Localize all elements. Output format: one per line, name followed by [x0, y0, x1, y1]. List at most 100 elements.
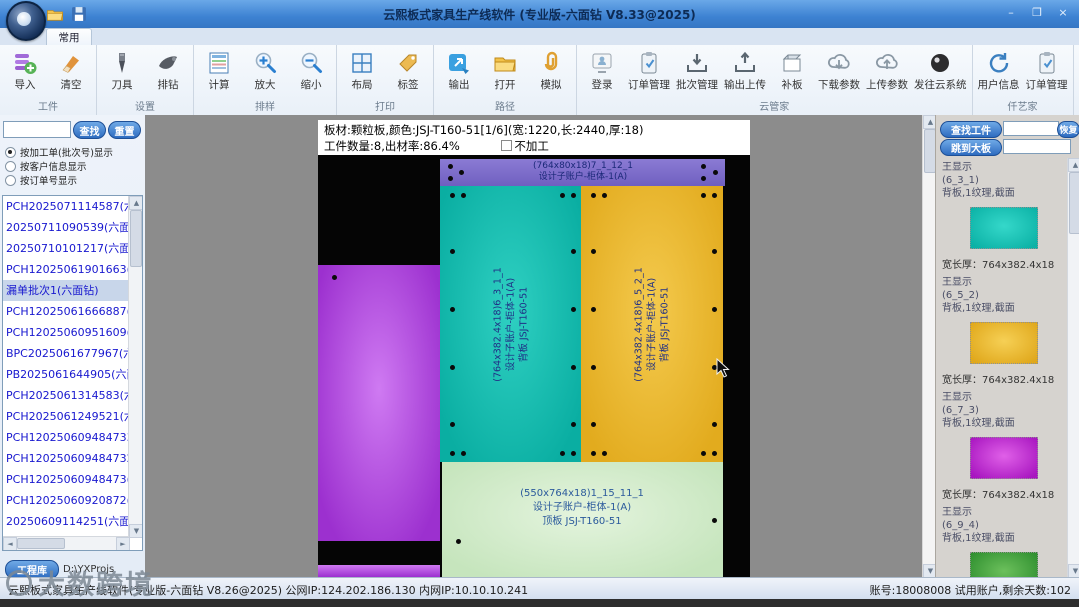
- ribbon-item-dark-circle[interactable]: 发往云系统: [911, 48, 970, 94]
- drill-hole: [450, 451, 455, 456]
- find-part-input[interactable]: [1003, 121, 1059, 136]
- part-entry[interactable]: 王显示 (6_7_3) 背板,1纹理,截面 宽长厚：764x382.4x18: [936, 388, 1066, 503]
- ribbon-item-refresh[interactable]: 用户信息: [975, 48, 1023, 94]
- ribbon-item-label: 补板: [781, 79, 803, 91]
- drill-hole: [450, 365, 455, 370]
- job-list: PCH2025071114587(六面钻)20250711090539(六面钻)…: [2, 195, 143, 551]
- find-part-button[interactable]: 查找工件: [940, 121, 1002, 138]
- ribbon-group-label: 云管家: [759, 102, 790, 113]
- app-logo-icon[interactable]: [6, 1, 46, 41]
- tab-common[interactable]: 常用: [46, 28, 92, 46]
- part-thumbnail[interactable]: [970, 552, 1038, 577]
- app-window: { "window": { "title": "云熙板式家具生产线软件 (专业版…: [0, 0, 1079, 607]
- ribbon-item-clipboard[interactable]: 订单管理: [625, 48, 673, 94]
- part-entry[interactable]: 王显示 (6_3_1) 背板,1纹理,截面 宽长厚：764x382.4x18: [936, 158, 1066, 273]
- ribbon-item-cutter[interactable]: 刀具: [99, 48, 145, 94]
- panel-magenta[interactable]: [318, 265, 440, 541]
- radio-icon[interactable]: [5, 174, 16, 186]
- part-entry[interactable]: 王显示 (6_5_2) 背板,1纹理,截面 宽长厚：764x382.4x18: [936, 273, 1066, 388]
- find-button[interactable]: 查找: [73, 121, 106, 139]
- ribbon-tab-row: 常用: [0, 28, 1079, 46]
- ribbon-item-zoom-in[interactable]: 放大: [242, 48, 288, 94]
- job-list-hscrollbar[interactable]: ◄ ►: [3, 536, 130, 550]
- panel-magenta-partial[interactable]: [318, 565, 440, 577]
- jump-to-board-button[interactable]: 跳到大板: [940, 139, 1002, 156]
- close-button[interactable]: ×: [1053, 4, 1073, 21]
- job-list-item[interactable]: PCH12025060920872(六面钻): [3, 490, 128, 511]
- job-list-item[interactable]: BPC2025061677967(六面钻): [3, 343, 128, 364]
- ribbon-item-tray-up[interactable]: 输出上传: [721, 48, 769, 94]
- display-mode-radio-1[interactable]: 按客户信息显示: [5, 159, 87, 173]
- job-list-item[interactable]: PCH12025060948473(六面钻): [3, 469, 128, 490]
- maximize-button[interactable]: ❐: [1027, 4, 1047, 21]
- ribbon-item-cubes[interactable]: 更新: [1076, 48, 1079, 94]
- ribbon-item-tray-down[interactable]: 批次管理: [673, 48, 721, 94]
- ribbon-item-zoom-out[interactable]: 缩小: [288, 48, 334, 94]
- status-account-text: 账号:18008008 试用账户,剩余天数:102: [869, 584, 1071, 597]
- ribbon-item-cloud-down[interactable]: 下载参数: [815, 48, 863, 94]
- job-list-item[interactable]: PB2025061644905(六面钻): [3, 364, 128, 385]
- cutter-icon: [109, 50, 135, 76]
- display-mode-radio-0[interactable]: 按加工单(批次号)显示: [5, 145, 113, 159]
- job-list-item[interactable]: PCH1202506094847322(六面钻): [3, 448, 128, 469]
- canvas-vscrollbar[interactable]: ▲ ▼: [922, 115, 935, 577]
- ribbon-item-cloud-up[interactable]: 上传参数: [863, 48, 911, 94]
- radio-icon[interactable]: [5, 160, 16, 172]
- part-thumbnail[interactable]: [970, 322, 1038, 364]
- parts-vscrollbar[interactable]: ▲ ▼: [1067, 158, 1079, 577]
- ribbon-group-label: 路径: [495, 102, 515, 113]
- ribbon-item-login[interactable]: 登录: [579, 48, 625, 94]
- ribbon-item-label: 用户信息: [977, 79, 1020, 91]
- ribbon-item-clip[interactable]: 模拟: [528, 48, 574, 94]
- job-list-item[interactable]: PCH12025061901663(六面钻): [3, 259, 128, 280]
- minimize-button[interactable]: –: [1001, 4, 1021, 21]
- job-list-item[interactable]: 20250711090539(六面钻): [3, 217, 128, 238]
- ribbon-item-tag[interactable]: 标签: [385, 48, 431, 94]
- job-list-item[interactable]: PCH12025060951609(六面钻): [3, 322, 128, 343]
- restore-button[interactable]: 恢复: [1057, 121, 1079, 138]
- open-file-icon[interactable]: [46, 5, 64, 23]
- display-mode-radio-2[interactable]: 按订单号显示: [5, 173, 77, 187]
- job-list-item[interactable]: PCH12025060948473333(六面钻): [3, 427, 128, 448]
- job-list-item[interactable]: 20250609114251(六面钻): [3, 511, 128, 532]
- ribbon-item-drillbit[interactable]: 排钻: [145, 48, 191, 94]
- job-list-item[interactable]: 漏单批次1(六面钻): [3, 280, 128, 301]
- teal-panel-label: (764x382.4x18)6_3_1_1 设计子账户-柜体-1(A) 背板 J…: [492, 267, 530, 382]
- ribbon-group-label: 仟艺家: [1007, 102, 1038, 113]
- login-icon: [589, 50, 615, 76]
- job-list-item[interactable]: 20250710101217(六面钻): [3, 238, 128, 259]
- strip-label: (764x80x18)7_1_12_1 设计子账户-柜体-1(A): [533, 161, 633, 182]
- ribbon-group-label: 工件: [38, 102, 58, 113]
- ribbon-item-layout[interactable]: 布局: [339, 48, 385, 94]
- radio-icon[interactable]: [5, 146, 16, 158]
- ribbon-item-output[interactable]: 输出: [436, 48, 482, 94]
- ribbon-item-calc[interactable]: 计算: [196, 48, 242, 94]
- ribbon-item-clipboard[interactable]: 订单管理: [1023, 48, 1071, 94]
- part-entry[interactable]: 王显示(6_9_4)背板,1纹理,截面宽长厚：764x382.4x18: [936, 503, 1066, 577]
- ribbon-item-folder[interactable]: 打开: [482, 48, 528, 94]
- drill-hole: [560, 193, 565, 198]
- reset-button[interactable]: 重置: [108, 121, 141, 139]
- jump-to-board-input[interactable]: [1003, 139, 1071, 154]
- job-list-item[interactable]: PCH2025061249521(六面钻): [3, 406, 128, 427]
- ribbon-item-import[interactable]: 导入: [2, 48, 48, 94]
- part-thumbnail[interactable]: [970, 207, 1038, 249]
- job-list-item[interactable]: PCH12025061666887(六面钻): [3, 301, 128, 322]
- sheet-info-line1: 板材:颗粒板,颜色:JSJ-T160-51[1/6](宽:1220,长:2440…: [324, 123, 644, 137]
- no-process-checkbox[interactable]: [501, 140, 513, 151]
- status-bar: 云熙板式家具生产线软件(专业版-六面钻 V8.26@2025) 公网IP:124…: [0, 577, 1079, 600]
- part-thumbnail[interactable]: [970, 437, 1038, 479]
- part-desc: 背板,1纹理,截面: [942, 533, 1015, 544]
- job-search-input[interactable]: [3, 121, 71, 138]
- ribbon-item-clear[interactable]: 清空: [48, 48, 94, 94]
- ribbon-item-box[interactable]: 补板: [769, 48, 815, 94]
- ribbon-item-label: 下载参数: [818, 79, 860, 91]
- job-list-vscrollbar[interactable]: ▲ ▼: [128, 196, 142, 538]
- part-code: (6_5_2): [942, 290, 979, 301]
- ribbon-group-7: 更新管理资料: [1074, 45, 1079, 115]
- job-list-item[interactable]: PCH2025071114587(六面钻): [3, 196, 128, 217]
- job-list-item[interactable]: PCH2025061314583(六面钻): [3, 385, 128, 406]
- save-icon[interactable]: [70, 5, 88, 23]
- nesting-canvas[interactable]: 板材:颗粒板,颜色:JSJ-T160-51[1/6](宽:1220,长:2440…: [145, 115, 935, 577]
- project-library-path: D:\YXProjs: [63, 564, 115, 575]
